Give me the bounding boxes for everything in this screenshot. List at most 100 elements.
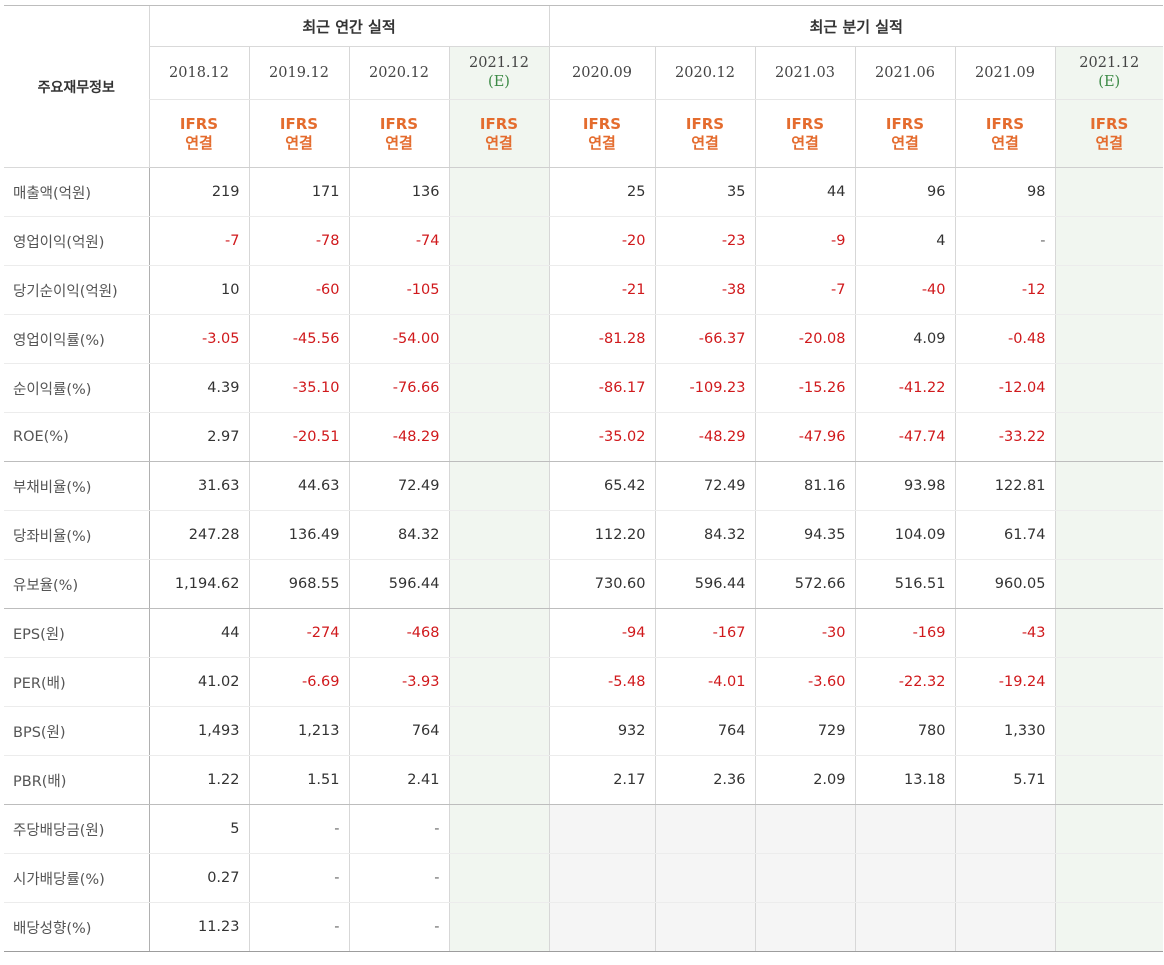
standard-top: IFRS bbox=[885, 114, 925, 133]
table-cell: - bbox=[248, 902, 349, 952]
table-cell: 764 bbox=[654, 706, 755, 756]
table-cell: -3.60 bbox=[754, 657, 855, 707]
table-cell: 84.32 bbox=[348, 510, 449, 560]
table-cell bbox=[1054, 510, 1163, 560]
table-row: 영업이익률(%) -3.05 -45.56 -54.00 -81.28 -66.37 -20… bbox=[4, 314, 1163, 364]
table-cell bbox=[1054, 657, 1163, 707]
row-label: 배당성향(%) bbox=[4, 902, 149, 952]
table-cell: 764 bbox=[348, 706, 449, 756]
table-cell bbox=[1054, 314, 1163, 364]
table-cell: -19.24 bbox=[954, 657, 1055, 707]
table-cell bbox=[954, 804, 1055, 854]
table-cell: 932 bbox=[548, 706, 655, 756]
table-cell: 112.20 bbox=[548, 510, 655, 560]
period-header: 2020.12 bbox=[348, 46, 449, 100]
table-cell: 11.23 bbox=[148, 902, 249, 952]
table-cell bbox=[448, 461, 549, 511]
table-cell: -5.48 bbox=[548, 657, 655, 707]
table-cell: - bbox=[248, 853, 349, 903]
table-row: EPS(원) 44 -274 -468 -94 -167 -30 -169 -43 bbox=[4, 608, 1163, 658]
table-cell: -35.02 bbox=[548, 412, 655, 462]
row-label: 영업이익률(%) bbox=[4, 314, 149, 364]
table-cell: 1,493 bbox=[148, 706, 249, 756]
table-cell: 960.05 bbox=[954, 559, 1055, 609]
row-label: 순이익률(%) bbox=[4, 363, 149, 413]
period-header: 2018.12 bbox=[148, 46, 249, 100]
table-cell bbox=[448, 608, 549, 658]
period-header: 2020.12 bbox=[654, 46, 755, 100]
table-cell: -274 bbox=[248, 608, 349, 658]
table-cell: -3.05 bbox=[148, 314, 249, 364]
table-cell: -43 bbox=[954, 608, 1055, 658]
standard-bottom: 연결 bbox=[1095, 133, 1124, 152]
table-cell: 5.71 bbox=[954, 755, 1055, 805]
table-cell bbox=[854, 804, 955, 854]
estimate-mark: (E) bbox=[488, 74, 510, 90]
standard-top: IFRS bbox=[279, 114, 319, 133]
table-cell: 4 bbox=[854, 216, 955, 266]
table-cell: 35 bbox=[654, 167, 755, 217]
table-cell bbox=[548, 902, 655, 952]
table-cell: -15.26 bbox=[754, 363, 855, 413]
table-cell: 729 bbox=[754, 706, 855, 756]
table-cell: 596.44 bbox=[348, 559, 449, 609]
row-label: 유보율(%) bbox=[4, 559, 149, 609]
table-cell: 247.28 bbox=[148, 510, 249, 560]
standard-top: IFRS bbox=[582, 114, 622, 133]
period-header: 2020.09 bbox=[548, 46, 655, 100]
table-cell: 5 bbox=[148, 804, 249, 854]
table-cell: 41.02 bbox=[148, 657, 249, 707]
table-cell bbox=[448, 314, 549, 364]
table-cell bbox=[754, 902, 855, 952]
table-cell: -0.48 bbox=[954, 314, 1055, 364]
table-cell bbox=[654, 902, 755, 952]
table-cell bbox=[1054, 902, 1163, 952]
table-cell: -20 bbox=[548, 216, 655, 266]
table-cell: 2.41 bbox=[348, 755, 449, 805]
table-cell bbox=[1054, 363, 1163, 413]
table-row: 주당배당금(원) 5- - bbox=[4, 804, 1163, 854]
table-cell bbox=[448, 216, 549, 266]
accounting-standard: IFRS 연결 bbox=[754, 99, 855, 168]
period-label: 2021.03 bbox=[775, 64, 835, 81]
table-cell bbox=[1054, 853, 1163, 903]
table-cell: 1,213 bbox=[248, 706, 349, 756]
table-cell: -12.04 bbox=[954, 363, 1055, 413]
table-cell: -81.28 bbox=[548, 314, 655, 364]
table-cell: 1.51 bbox=[248, 755, 349, 805]
table-cell: 780 bbox=[854, 706, 955, 756]
table-cell bbox=[1054, 216, 1163, 266]
period-header: 2021.12 (E) bbox=[1054, 46, 1163, 100]
table-cell: - bbox=[348, 853, 449, 903]
table-cell bbox=[854, 902, 955, 952]
table-cell bbox=[448, 902, 549, 952]
table-cell: -47.74 bbox=[854, 412, 955, 462]
table-cell: -23 bbox=[654, 216, 755, 266]
row-label: 매출액(억원) bbox=[4, 167, 149, 217]
table-cell bbox=[754, 853, 855, 903]
table-cell: 96 bbox=[854, 167, 955, 217]
row-label: PBR(배) bbox=[4, 755, 149, 805]
table-cell: 572.66 bbox=[754, 559, 855, 609]
table-cell: -12 bbox=[954, 265, 1055, 315]
table-row: 당좌비율(%) 247.28 136.49 84.32 112.20 84.32 94.35… bbox=[4, 510, 1163, 560]
table-cell bbox=[1054, 706, 1163, 756]
period-header: 2021.12 (E) bbox=[448, 46, 549, 100]
table-cell: 968.55 bbox=[248, 559, 349, 609]
period-label: 2021.09 bbox=[975, 64, 1035, 81]
period-header: 2021.06 bbox=[854, 46, 955, 100]
row-label: 부채비율(%) bbox=[4, 461, 149, 511]
table-cell: -76.66 bbox=[348, 363, 449, 413]
financial-summary-table: 주요재무정보 최근 연간 실적 최근 분기 실적 2018.12 2019.12 2… bbox=[4, 5, 1163, 952]
table-cell bbox=[654, 804, 755, 854]
standard-top: IFRS bbox=[985, 114, 1025, 133]
table-cell: -468 bbox=[348, 608, 449, 658]
table-cell: -60 bbox=[248, 265, 349, 315]
table-cell: 4.09 bbox=[854, 314, 955, 364]
standard-top: IFRS bbox=[379, 114, 419, 133]
table-cell: -30 bbox=[754, 608, 855, 658]
table-cell: 4.39 bbox=[148, 363, 249, 413]
table-cell: 2.17 bbox=[548, 755, 655, 805]
standard-top: IFRS bbox=[479, 114, 519, 133]
table-cell: -20.08 bbox=[754, 314, 855, 364]
